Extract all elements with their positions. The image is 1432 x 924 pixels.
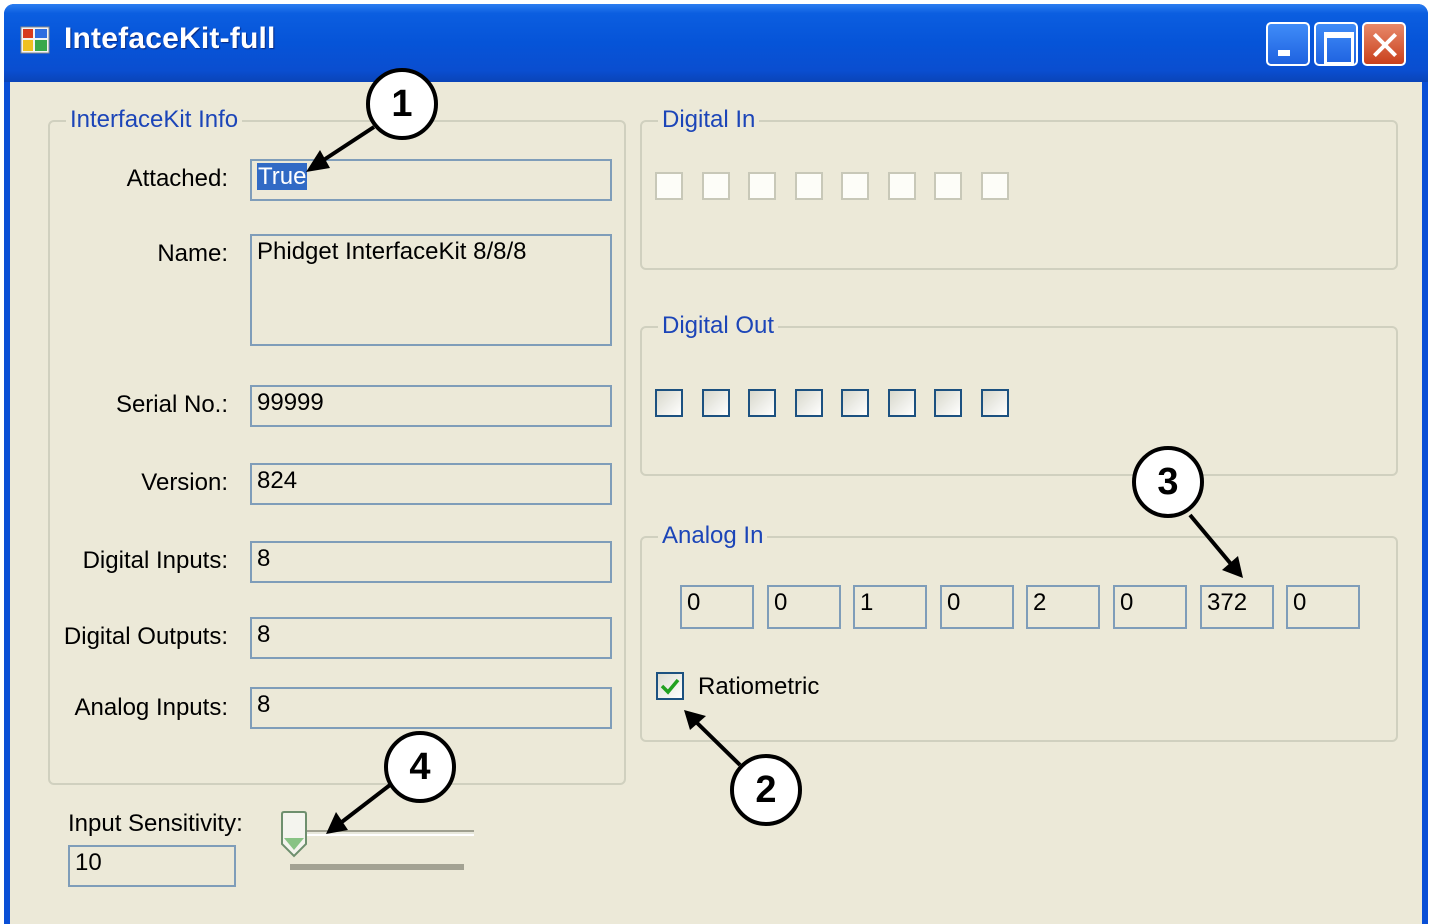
callout-1-arrowhead: [306, 150, 330, 172]
callout-3-arrow: [1188, 513, 1238, 572]
callout-4-arrow: [332, 783, 392, 830]
callout-arrows: [306, 125, 1243, 834]
callout-4-arrowhead: [326, 812, 348, 834]
